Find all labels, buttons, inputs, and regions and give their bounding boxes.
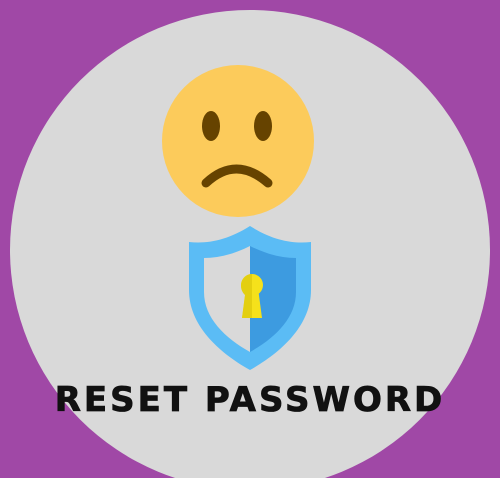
reset-password-graphic: RESET PASSWORD [0, 0, 500, 478]
sad-face-icon [162, 65, 314, 217]
page-title: RESET PASSWORD [54, 380, 446, 421]
